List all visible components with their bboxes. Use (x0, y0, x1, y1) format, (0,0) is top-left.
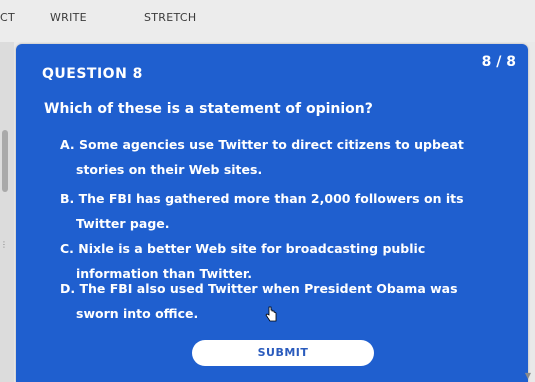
question-label: QUESTION 8 (42, 66, 143, 82)
left-scrollbar[interactable]: ⋮ (0, 42, 14, 382)
hand-cursor-icon (265, 306, 277, 322)
top-nav-bar: CT WRITE STRETCH (0, 0, 535, 42)
choice-a-line2: stories on their Web sites. (76, 162, 263, 177)
choice-a[interactable]: A. Some agencies use Twitter to direct c… (60, 132, 490, 182)
nav-tab-write[interactable]: WRITE (50, 11, 87, 24)
scrollbar-thumb[interactable] (2, 130, 8, 192)
scroll-marker-icon: ⋮ (0, 240, 8, 249)
choice-d-line1: D. The FBI also used Twitter when Presid… (60, 281, 458, 296)
choice-b[interactable]: B. The FBI has gathered more than 2,000 … (60, 186, 490, 236)
scroll-down-icon[interactable]: ▼ (525, 371, 531, 380)
choice-a-line1: A. Some agencies use Twitter to direct c… (60, 137, 464, 152)
question-progress: 8 / 8 (481, 54, 516, 70)
nav-item-partial[interactable]: CT (0, 11, 15, 24)
choice-b-line2: Twitter page. (76, 216, 170, 231)
nav-tab-stretch[interactable]: STRETCH (144, 11, 196, 24)
submit-button[interactable]: SUBMIT (192, 340, 374, 366)
question-prompt: Which of these is a statement of opinion… (44, 101, 373, 117)
question-card: 8 / 8 QUESTION 8 Which of these is a sta… (16, 44, 528, 382)
choice-c-line1: C. Nixle is a better Web site for broadc… (60, 241, 426, 256)
choice-b-line1: B. The FBI has gathered more than 2,000 … (60, 191, 464, 206)
